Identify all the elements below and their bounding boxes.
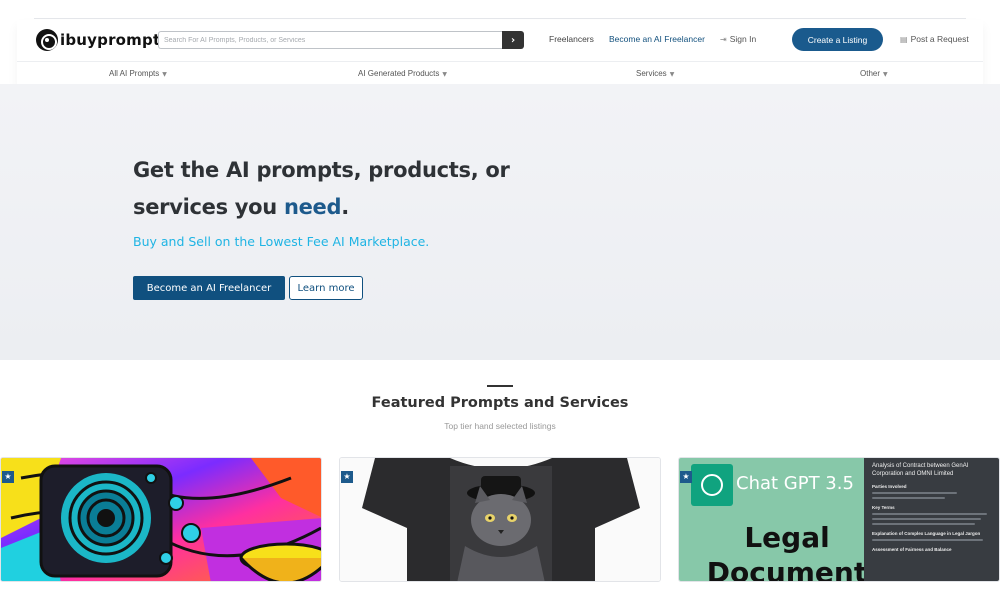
site-header: ibuyprompts › Freelancers Become an AI F… xyxy=(17,20,983,84)
star-icon: ★ xyxy=(680,471,692,483)
nav-freelancers-link[interactable]: Freelancers xyxy=(549,34,594,44)
subnav-services[interactable]: Services ▼ xyxy=(636,69,674,78)
featured-card-abstract-art[interactable]: ★ xyxy=(0,457,322,582)
document-heading: Parties Involved xyxy=(872,484,907,489)
sign-in-icon: ⇥ xyxy=(720,35,727,44)
create-listing-button[interactable]: Create a Listing xyxy=(792,28,883,51)
top-divider xyxy=(34,18,966,19)
legal-document-text: Legal Document xyxy=(706,521,868,582)
subnav-label: Services xyxy=(636,69,667,78)
category-subnav: All AI Prompts ▼ AI Generated Products ▼ S… xyxy=(17,61,983,84)
post-request-link[interactable]: ▤ Post a Request xyxy=(900,34,969,44)
chatgpt-title: Chat GPT 3.5 xyxy=(736,473,854,494)
sign-in-label: Sign In xyxy=(729,34,757,44)
search-input[interactable] xyxy=(158,31,502,49)
star-icon: ★ xyxy=(341,471,353,483)
abstract-art-image xyxy=(1,458,321,581)
site-logo[interactable]: ibuyprompts xyxy=(36,29,169,51)
section-divider xyxy=(487,385,513,387)
hero-title-line1: Get the AI prompts, products, or xyxy=(133,158,510,182)
hero-title-line2: services you xyxy=(133,195,284,219)
subnav-other[interactable]: Other ▼ xyxy=(860,69,888,78)
logo-icon xyxy=(36,29,58,51)
chevron-down-icon: ▼ xyxy=(883,71,888,78)
subnav-label: Other xyxy=(860,69,881,78)
nav-become-freelancer-link[interactable]: Become an AI Freelancer xyxy=(609,34,705,44)
search-button[interactable]: › xyxy=(502,31,524,49)
sign-in-link[interactable]: ⇥ Sign In xyxy=(720,34,756,44)
cat-tshirt-image xyxy=(340,458,660,581)
openai-logo-icon xyxy=(691,464,733,506)
chevron-right-icon: › xyxy=(510,34,516,46)
subnav-ai-generated-products[interactable]: AI Generated Products ▼ xyxy=(358,69,447,78)
chevron-down-icon: ▼ xyxy=(669,71,675,78)
hero-title-accent: need xyxy=(283,195,342,219)
document-icon: ▤ xyxy=(900,35,908,44)
document-preview: Analysis of Contract between GenAI Corpo… xyxy=(864,458,999,581)
subnav-label: AI Generated Products xyxy=(358,69,440,78)
chevron-down-icon: ▼ xyxy=(162,71,167,78)
post-request-label: Post a Request xyxy=(910,34,969,44)
header-main-row: ibuyprompts › Freelancers Become an AI F… xyxy=(17,20,983,60)
star-icon: ★ xyxy=(2,471,14,483)
document-title: Analysis of Contract between GenAI Corpo… xyxy=(872,463,969,477)
hero-subtitle: Buy and Sell on the Lowest Fee AI Market… xyxy=(133,234,430,249)
featured-title: Featured Prompts and Services xyxy=(371,395,629,411)
featured-subtitle: Top tier hand selected listings xyxy=(444,421,556,431)
featured-card-cat-tshirt[interactable]: ★ xyxy=(339,457,661,582)
hero-title: Get the AI prompts, products, or service… xyxy=(133,152,553,226)
featured-card-legal-document[interactable]: ★ Chat GPT 3.5 Legal Document Analysis o… xyxy=(678,457,1000,582)
chevron-down-icon: ▼ xyxy=(442,71,448,78)
subnav-label: All AI Prompts xyxy=(109,69,160,78)
learn-more-button[interactable]: Learn more xyxy=(289,276,363,300)
document-heading: Explanation of Complex Language in Legal… xyxy=(872,531,981,536)
document-heading: Assessment of Fairness and Balance xyxy=(872,547,952,552)
hero-title-period: . xyxy=(341,195,349,219)
document-heading: Key Terms xyxy=(872,505,895,510)
hero-section: Get the AI prompts, products, or service… xyxy=(0,84,1000,360)
become-freelancer-button[interactable]: Become an AI Freelancer xyxy=(133,276,285,300)
subnav-all-ai-prompts[interactable]: All AI Prompts ▼ xyxy=(109,69,167,78)
logo-text: ibuyprompts xyxy=(60,31,170,49)
